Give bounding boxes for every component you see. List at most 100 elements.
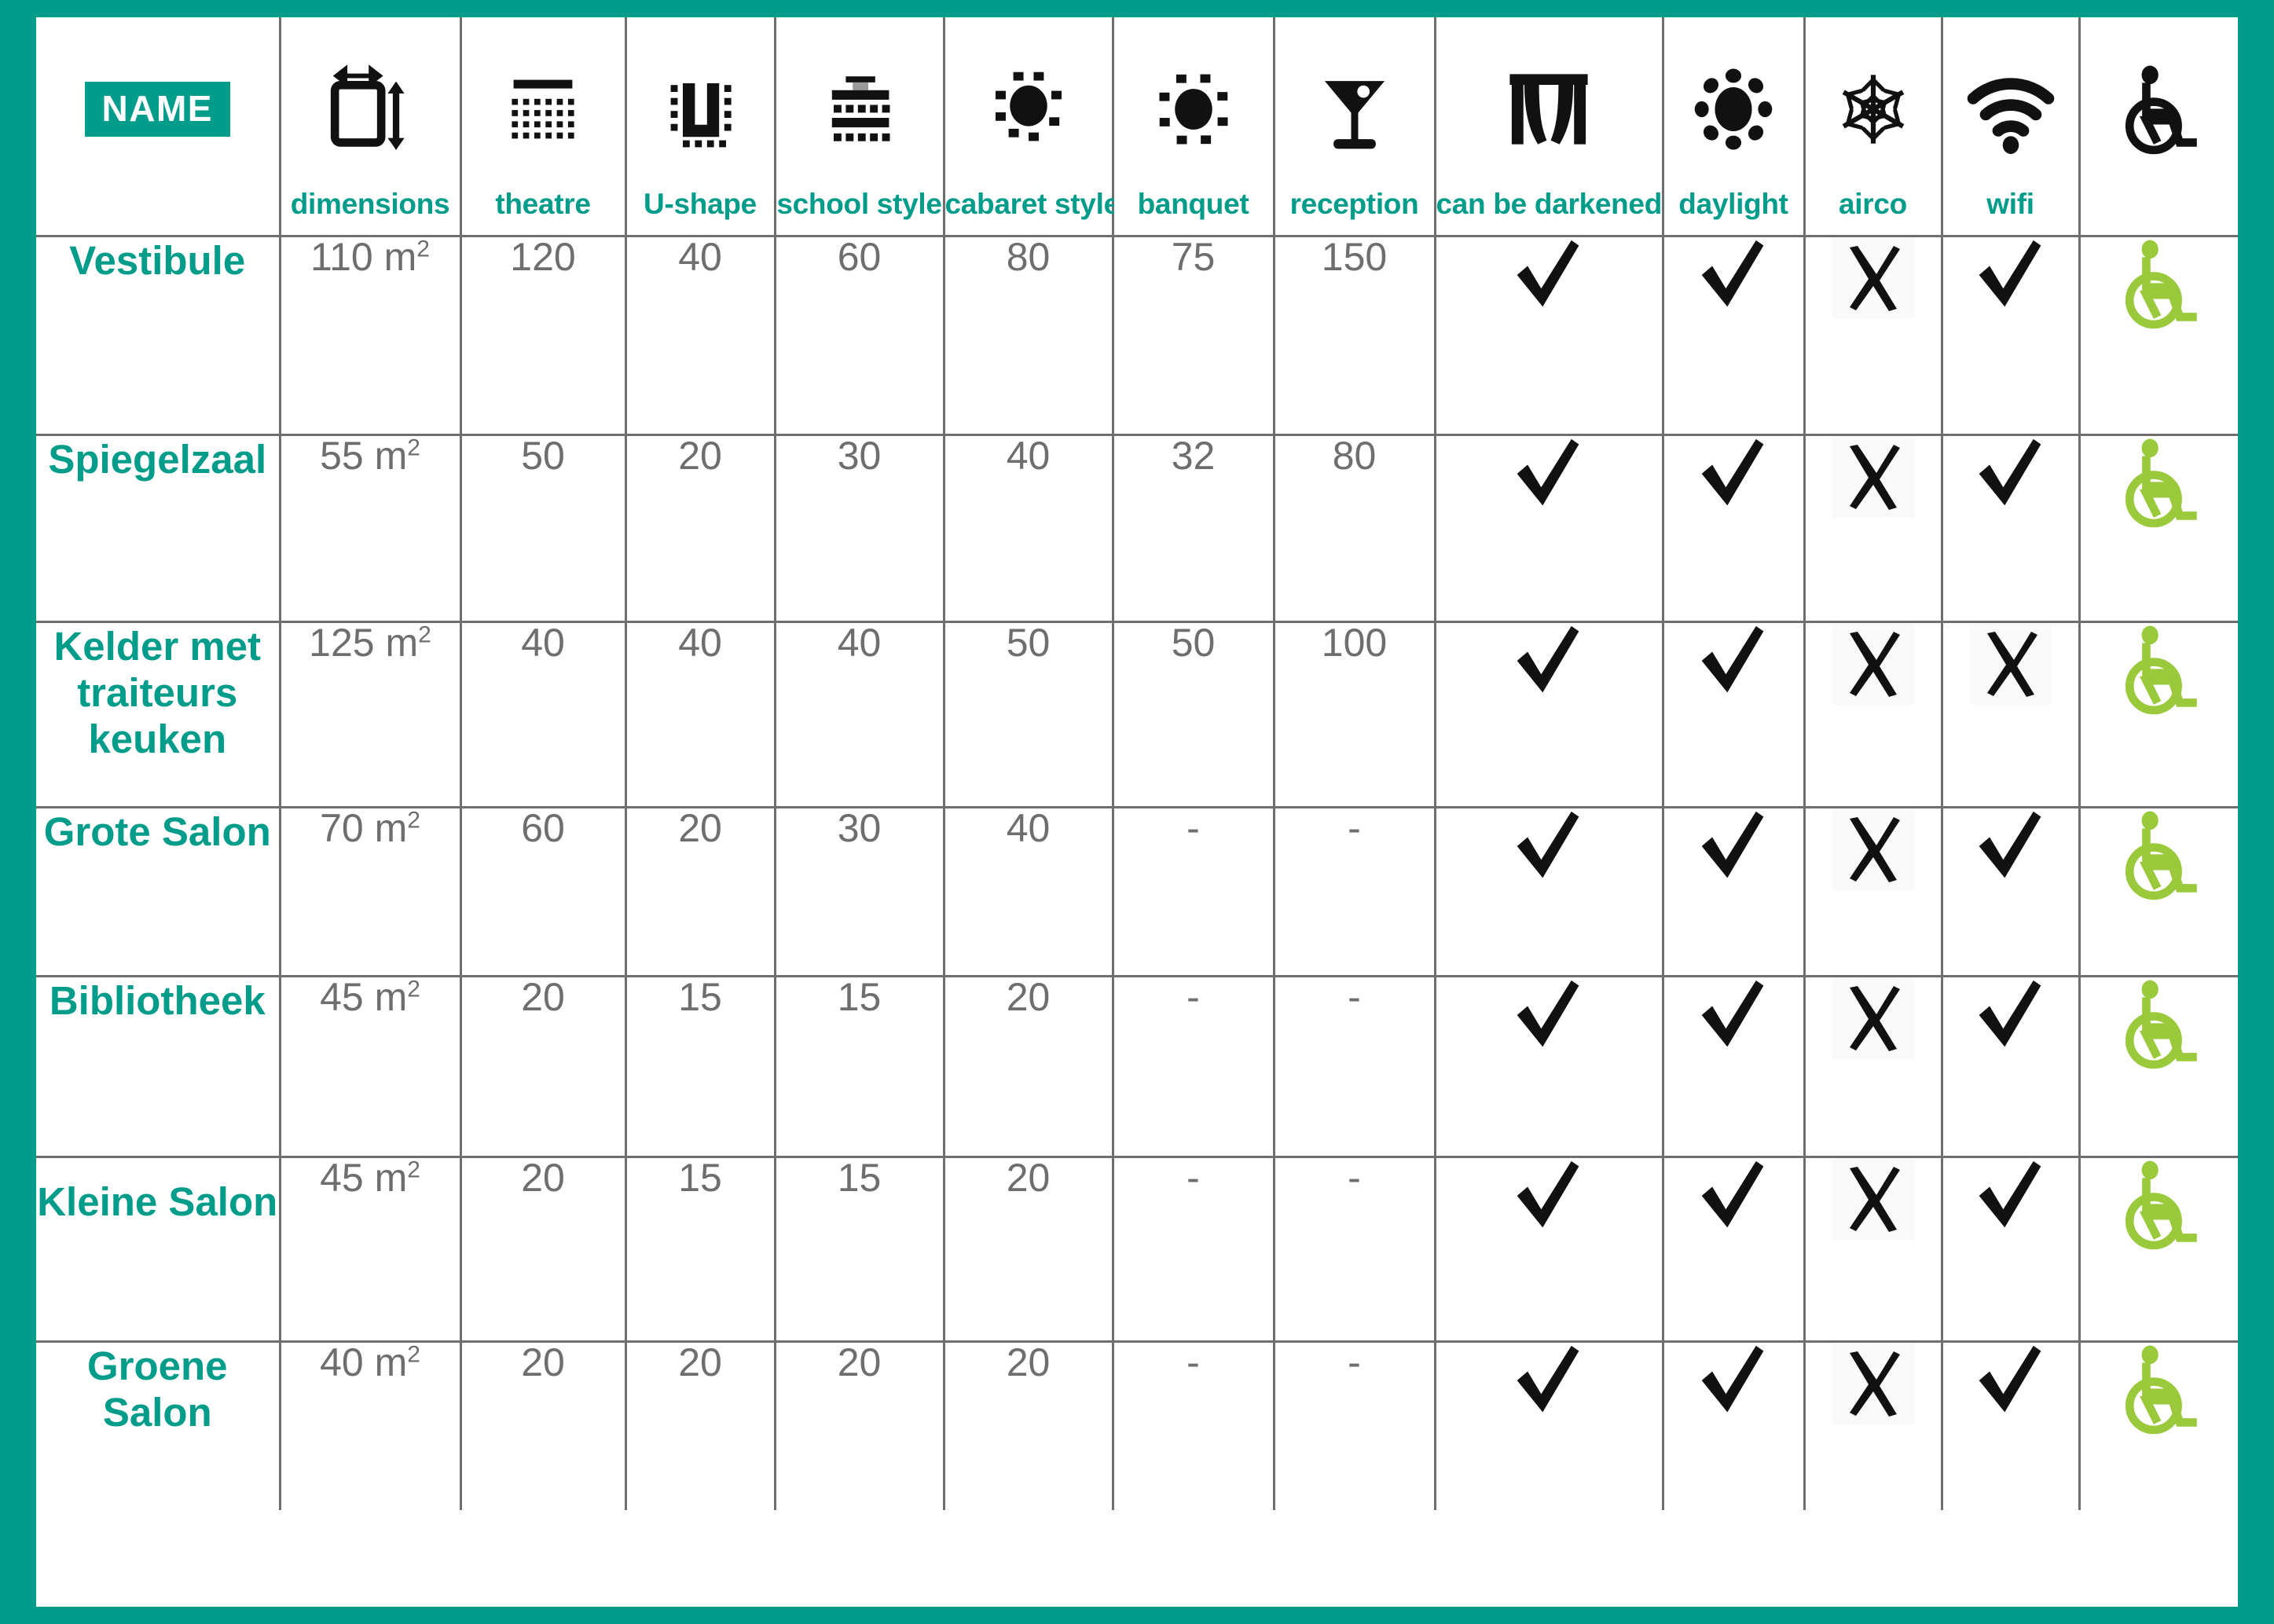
cocktail-glass-icon [1275, 58, 1434, 160]
check-icon [1696, 1160, 1771, 1237]
capacity-cell-school: 30 [773, 805, 945, 977]
theatre-seating-icon [462, 58, 625, 160]
check-icon [1511, 1160, 1586, 1237]
cross-icon [1832, 1342, 1914, 1424]
header-cell-school: school style [773, 17, 945, 237]
capacity-cell-school: 60 [773, 234, 945, 436]
feature-cell-airco [1803, 805, 1943, 977]
cross-icon [1832, 977, 1914, 1059]
dimensions-cell: 110 m2 [278, 234, 462, 436]
check-icon [1973, 240, 2048, 316]
feature-cell-daylight [1661, 433, 1806, 623]
wheelchair-icon [2113, 436, 2206, 529]
capacity-cell-theatre: 20 [459, 974, 627, 1158]
cross-icon [1832, 1157, 1914, 1240]
header-cell-daylight: daylight [1661, 17, 1806, 237]
check-icon [1973, 1345, 2048, 1421]
capacity-cell-ushape: 15 [624, 1155, 776, 1343]
capacity-cell-school: 30 [773, 433, 945, 623]
feature-cell-wifi [1940, 433, 2081, 623]
table-row: Groene Salon 40 m2 20 20 20 20- - [36, 1340, 2238, 1510]
accessibility-cell [2078, 234, 2238, 436]
check-icon [1973, 1160, 2048, 1237]
check-icon [1696, 438, 1771, 515]
header-label-airco: airco [1839, 187, 1907, 220]
dimensions-value: 55 m [320, 433, 408, 478]
table-row: Kleine Salon 45 m2 20 15 15 20- - [36, 1155, 2238, 1343]
wheelchair-icon [2113, 237, 2206, 330]
header-label-dimensions: dimensions [290, 187, 450, 220]
feature-cell-darkened [1433, 234, 1664, 436]
header-label-ushape: U-shape [644, 187, 757, 220]
wheelchair-icon [2113, 1158, 2206, 1251]
u-shape-seating-icon [627, 58, 774, 160]
header-cell-banquet: banquet [1111, 17, 1275, 237]
wifi-icon [1943, 58, 2078, 160]
feature-cell-daylight [1661, 974, 1806, 1158]
capacity-cell-cabaret: 20 [942, 1340, 1114, 1510]
dimensions-exponent: 2 [407, 1340, 420, 1367]
feature-cell-daylight [1661, 1155, 1806, 1343]
capacity-cell-reception: 100 [1272, 620, 1436, 808]
school-style-seating-icon [776, 58, 943, 160]
cross-icon [1832, 622, 1914, 705]
wheelchair-icon [2113, 1343, 2206, 1435]
capacity-cell-theatre: 60 [459, 805, 627, 977]
feature-cell-wifi [1940, 1340, 2081, 1510]
header-label-school: school style [776, 187, 942, 220]
capacity-cell-banquet: - [1111, 1155, 1275, 1343]
header-label-cabaret: cabaret style [944, 187, 1120, 220]
capacity-cell-ushape: 40 [624, 620, 776, 808]
feature-cell-daylight [1661, 805, 1806, 977]
check-icon [1696, 811, 1771, 887]
cross-icon [1969, 622, 2052, 705]
accessibility-cell [2078, 433, 2238, 623]
cross-icon [1832, 808, 1914, 890]
header-cell-accessible [2078, 17, 2238, 237]
feature-cell-wifi [1940, 1155, 2081, 1343]
header-label-banquet: banquet [1137, 187, 1249, 220]
capacity-cell-cabaret: 20 [942, 1155, 1114, 1343]
capacity-cell-reception: - [1272, 805, 1436, 977]
capacity-cell-reception: - [1272, 1340, 1436, 1510]
dimensions-icon [281, 58, 460, 160]
cabaret-style-seating-icon [945, 58, 1112, 160]
header-cell-darkened: can be darkened [1433, 17, 1664, 237]
dimensions-exponent: 2 [407, 434, 420, 460]
capacity-cell-banquet: - [1111, 974, 1275, 1158]
capacity-cell-ushape: 20 [624, 433, 776, 623]
capacity-cell-ushape: 40 [624, 234, 776, 436]
feature-cell-wifi [1940, 234, 2081, 436]
dimensions-value: 70 m [320, 805, 408, 850]
table-body: Vestibule 110 m2 120 40 60 80 75 150 Spiegelzaal… [36, 234, 2238, 1510]
header-cell-wifi: wifi [1940, 17, 2081, 237]
header-label-daylight: daylight [1678, 187, 1788, 220]
room-name-cell: Kleine Salon [36, 1155, 281, 1343]
dimensions-exponent: 2 [407, 1156, 420, 1182]
check-icon [1973, 438, 2048, 515]
wheelchair-icon [2113, 977, 2206, 1070]
header-label-theatre: theatre [495, 187, 591, 220]
header-label-darkened: can be darkened [1436, 187, 1663, 220]
capacity-cell-theatre: 120 [459, 234, 627, 436]
check-icon [1973, 811, 2048, 887]
room-name-cell: Vestibule [36, 234, 281, 436]
feature-cell-daylight [1661, 1340, 1806, 1510]
check-icon [1511, 625, 1586, 702]
accessibility-cell [2078, 620, 2238, 808]
feature-cell-wifi [1940, 805, 2081, 977]
wheelchair-icon [2113, 623, 2206, 716]
check-icon [1511, 1345, 1586, 1421]
table-row: Grote Salon 70 m2 60 20 30 40- - [36, 805, 2238, 977]
feature-cell-airco [1803, 974, 1943, 1158]
wheelchair-icon [2113, 808, 2206, 901]
feature-cell-daylight [1661, 620, 1806, 808]
room-name-cell: Spiegelzaal [36, 433, 281, 623]
curtain-icon [1436, 58, 1662, 160]
table-row: Vestibule 110 m2 120 40 60 80 75 150 [36, 234, 2238, 436]
table-row: Kelder met traiteurs keuken 125 m2 40 40 40 5… [36, 620, 2238, 808]
capacity-cell-cabaret: 80 [942, 234, 1114, 436]
check-icon [1511, 980, 1586, 1056]
table-row: Spiegelzaal 55 m2 50 20 30 40 32 80 [36, 433, 2238, 623]
header-cell-name: NAME [36, 17, 281, 237]
